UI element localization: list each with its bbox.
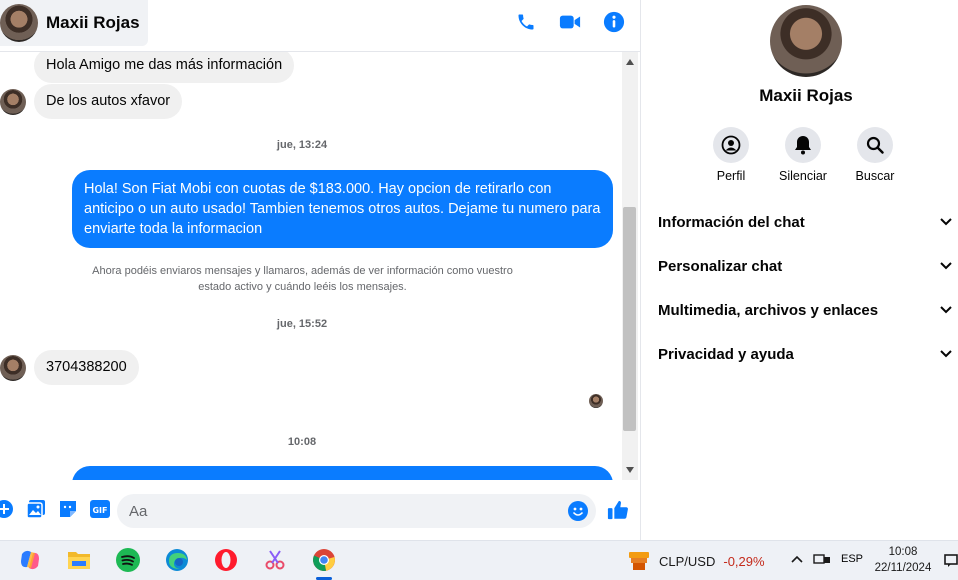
message-row: Hola! Son Fiat Mobi con cuotas de $183.0… [72,170,613,248]
clock[interactable]: 10:08 22/11/2024 [866,544,940,576]
sender-avatar[interactable] [0,88,26,115]
scroll-down-arrow-icon[interactable] [622,462,638,478]
info-sections: Información del chat Personalizar chat M… [658,200,958,376]
section-customize-chat[interactable]: Personalizar chat [658,244,958,288]
outgoing-message-partial[interactable] [72,466,613,480]
header-contact[interactable]: Maxii Rojas [0,0,148,46]
info-icon[interactable] [602,10,626,34]
section-label: Personalizar chat [658,257,783,275]
message-scrollbar[interactable] [622,52,638,480]
snipping-tool-icon[interactable] [263,548,287,572]
bell-icon[interactable] [785,127,821,163]
chevron-down-icon [940,306,952,314]
plus-icon[interactable] [0,499,14,519]
video-icon[interactable] [558,10,582,34]
profile-name: Maxii Rojas [759,86,853,105]
composer: GIF Aa [0,480,640,540]
section-label: Multimedia, archivos y enlaces [658,301,879,319]
mute-label: Silenciar [779,169,827,183]
section-label: Privacidad y ayuda [658,345,794,363]
gif-icon[interactable]: GIF [90,499,110,519]
message-input[interactable]: Aa [117,494,596,528]
section-privacy-help[interactable]: Privacidad y ayuda [658,332,958,376]
chevron-up-icon[interactable] [791,555,803,563]
search-label: Buscar [855,169,895,183]
chevron-down-icon [940,218,952,226]
ticker-pair: CLP/USD [659,553,716,569]
notification-icon[interactable] [944,554,958,568]
file-explorer-icon[interactable] [67,548,91,572]
spotify-icon[interactable] [116,548,140,572]
phone-icon[interactable] [514,10,538,34]
emoji-icon[interactable] [568,501,588,521]
copilot-icon[interactable] [18,548,42,572]
contact-name[interactable]: Maxii Rojas [46,13,140,33]
currency-widget-icon [629,552,649,570]
scroll-thumb[interactable] [623,207,636,431]
mute-button[interactable]: Silenciar [779,127,827,183]
profile-actions: Perfil Silenciar Buscar [713,127,895,183]
thumbs-up-icon[interactable] [607,499,629,521]
network-icon[interactable] [813,552,831,566]
outgoing-message[interactable]: Hola! Son Fiat Mobi con cuotas de $183.0… [72,170,613,248]
svg-text:GIF: GIF [92,506,107,515]
conversation-info-panel: Maxii Rojas Perfil Silenciar Buscar Info… [641,0,958,540]
profile-avatar[interactable] [770,5,842,77]
windows-taskbar: CLP/USD -0,29% ESP 10:08 22/11/2024 [0,540,958,580]
incoming-message[interactable]: 3704388200 [34,350,139,385]
ticker-change: -0,29% [723,553,765,569]
read-receipt-avatar [589,394,603,408]
composer-actions: GIF [0,499,110,519]
section-chat-info[interactable]: Información del chat [658,200,958,244]
language-indicator[interactable]: ESP [841,553,863,565]
image-icon[interactable] [26,499,46,519]
message-row [72,466,613,480]
clock-date: 22/11/2024 [874,562,932,574]
timestamp: 10:08 [287,436,317,448]
timestamp: jue, 13:24 [276,139,328,151]
message-input-placeholder: Aa [129,502,148,520]
incoming-message[interactable]: De los autos xfavor [34,84,183,119]
section-media-files-links[interactable]: Multimedia, archivos y enlaces [658,288,958,332]
chat-header: Maxii Rojas [0,0,640,52]
contact-avatar[interactable] [0,4,38,42]
sender-avatar[interactable] [0,354,26,381]
scroll-up-arrow-icon[interactable] [622,54,638,70]
header-actions [514,10,626,34]
opera-icon[interactable] [214,548,238,572]
section-label: Información del chat [658,213,805,231]
message-row: 3704388200 [0,350,139,385]
profile-label: Perfil [716,169,746,183]
incoming-message[interactable]: Hola Amigo me das más información [34,52,295,83]
search-icon[interactable] [857,127,893,163]
message-list[interactable]: Hola Amigo me das más información De los… [0,52,622,480]
search-button[interactable]: Buscar [855,127,895,183]
timestamp: jue, 15:52 [276,318,328,330]
taskbar-apps [18,548,336,580]
chrome-icon[interactable] [312,548,336,580]
profile-button[interactable]: Perfil [713,127,749,183]
chevron-down-icon [940,350,952,358]
clock-time: 10:08 [888,546,918,558]
profile-icon[interactable] [713,127,749,163]
chevron-down-icon [940,262,952,270]
message-row: De los autos xfavor [0,84,183,119]
currency-ticker[interactable]: CLP/USD -0,29% [627,550,765,572]
system-notice: Ahora podéis enviaros mensajes y llamaro… [92,265,513,293]
messenger-app: Maxii Rojas Hola Amigo me das más inform… [0,0,958,540]
system-tray: ESP [791,552,863,566]
sticker-icon[interactable] [58,499,78,519]
message-row: Hola Amigo me das más información [34,52,295,83]
edge-icon[interactable] [165,548,189,572]
